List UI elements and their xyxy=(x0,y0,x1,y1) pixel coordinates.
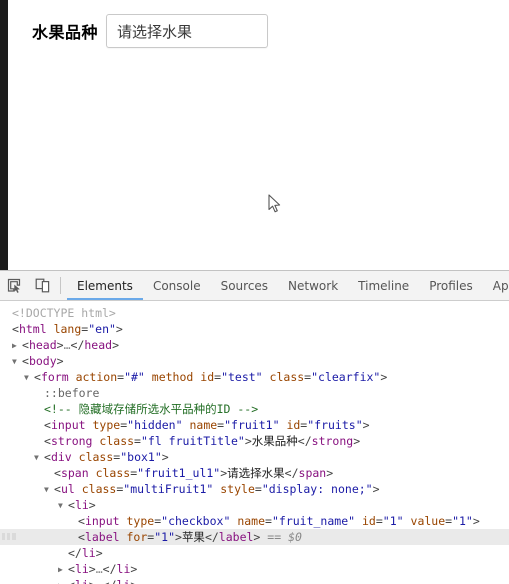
tab-console[interactable]: Console xyxy=(143,271,211,300)
fruit-select-placeholder: 请选择水果 xyxy=(117,22,193,41)
code-line-li-collapsed-1[interactable]: ▶ <li>…</li> xyxy=(0,561,509,577)
code-line-li-collapsed-2[interactable]: ▶<li>…</li> xyxy=(0,577,509,584)
strong-inner-text: 水果品种 xyxy=(251,434,298,448)
expand-triangle-icon[interactable]: ▶ xyxy=(12,338,22,354)
label-inner-text: 苹果 xyxy=(181,530,205,544)
tab-profiles[interactable]: Profiles xyxy=(419,271,483,300)
devtools-tab-bar: Elements Console Sources Network Timelin… xyxy=(67,271,509,300)
device-toolbar-icon[interactable] xyxy=(28,271,56,300)
tab-timeline[interactable]: Timeline xyxy=(348,271,419,300)
code-line-input-checkbox[interactable]: <input type="checkbox" name="fruit_name"… xyxy=(0,513,509,529)
code-line-strong[interactable]: <strong class="fl fruitTitle">水果品种</stro… xyxy=(0,433,509,449)
code-line-pseudo-before[interactable]: ::before xyxy=(0,385,509,401)
collapsed-ellipsis: … xyxy=(95,562,103,576)
tab-elements[interactable]: Elements xyxy=(67,271,143,300)
inspect-element-icon[interactable] xyxy=(0,271,28,300)
code-line-body[interactable]: ▼ <body> xyxy=(0,353,509,369)
browser-left-edge-strip xyxy=(0,0,8,270)
fruit-select-box[interactable]: 请选择水果 xyxy=(106,14,269,48)
collapse-triangle-icon[interactable]: ▼ xyxy=(24,370,34,386)
devtools-toolbar: Elements Console Sources Network Timelin… xyxy=(0,271,509,301)
expand-triangle-icon[interactable]: ▶ xyxy=(58,562,68,578)
code-line-li-open[interactable]: ▼ <li> xyxy=(0,497,509,513)
code-line-html-open[interactable]: <html lang="en"> xyxy=(0,321,509,337)
collapsed-ellipsis: … xyxy=(63,338,71,352)
code-line-form[interactable]: ▼ <form action="#" method id="test" class… xyxy=(0,369,509,385)
pseudo-before-text: ::before xyxy=(44,386,100,400)
html-comment-text: <!-- 隐藏域存储所选水平品种的ID --> xyxy=(44,402,259,416)
collapse-triangle-icon[interactable]: ▼ xyxy=(12,354,22,370)
code-line-li-close[interactable]: </li> xyxy=(0,545,509,561)
expand-triangle-icon[interactable]: ▶ xyxy=(58,578,68,584)
code-line-div-box1[interactable]: ▼ <div class="box1"> xyxy=(0,449,509,465)
collapse-triangle-icon[interactable]: ▼ xyxy=(58,498,68,514)
code-line-label-selected[interactable]: <label for="1">苹果</label> == $0 xyxy=(0,529,509,545)
code-line-comment[interactable]: <!-- 隐藏域存储所选水平品种的ID --> xyxy=(0,401,509,417)
tab-sources[interactable]: Sources xyxy=(211,271,278,300)
code-line-head[interactable]: ▶ <head>…</head> xyxy=(0,337,509,353)
fruit-form-row: 水果品种 请选择水果 xyxy=(8,14,269,48)
selected-node-gutter-marker xyxy=(2,533,16,540)
tab-network[interactable]: Network xyxy=(278,271,348,300)
toolbar-divider xyxy=(60,277,61,294)
tab-application[interactable]: Applicatio xyxy=(483,271,509,300)
collapse-triangle-icon[interactable]: ▼ xyxy=(34,450,44,466)
code-line-span[interactable]: <span class="fruit1_ul1">请选择水果</span> xyxy=(0,465,509,481)
collapse-triangle-icon[interactable]: ▼ xyxy=(44,482,54,498)
devtools-panel: Elements Console Sources Network Timelin… xyxy=(0,270,509,584)
selected-node-marker: == $0 xyxy=(267,530,302,544)
rendered-page-viewport: 水果品种 请选择水果 xyxy=(0,0,509,270)
dom-tree-view[interactable]: <!DOCTYPE html> <html lang="en"> ▶ <head>… xyxy=(0,301,509,584)
code-line-input-hidden[interactable]: <input type="hidden" name="fruit1" id="f… xyxy=(0,417,509,433)
span-inner-text: 请选择水果 xyxy=(227,466,285,480)
code-line-ul[interactable]: ▼ <ul class="multiFruit1" style="display:… xyxy=(0,481,509,497)
arrow-cursor-icon xyxy=(268,194,282,214)
doctype-text: <!DOCTYPE html> xyxy=(12,306,116,320)
fruit-title-label: 水果品种 xyxy=(32,23,99,42)
code-line-doctype[interactable]: <!DOCTYPE html> xyxy=(0,305,509,321)
collapsed-ellipsis: … xyxy=(96,578,103,584)
